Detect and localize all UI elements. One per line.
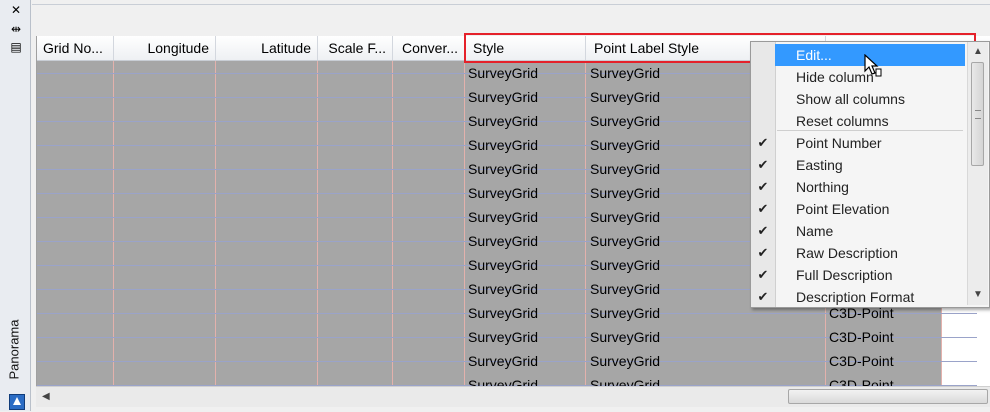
style-cell[interactable]: SurveyGrid — [468, 229, 538, 253]
style-cell[interactable]: SurveyGrid — [468, 253, 538, 277]
style-cell[interactable]: SurveyGrid — [468, 157, 538, 181]
style-cell[interactable]: SurveyGrid — [468, 61, 538, 85]
menu-scrollbar[interactable]: ▲ ▼ — [967, 42, 988, 305]
column-header-convergence[interactable]: Conver... — [393, 36, 465, 60]
menu-item-point-number[interactable]: Point Number — [775, 132, 965, 154]
column-header-longitude[interactable]: Longitude — [114, 36, 216, 60]
close-icon[interactable]: ✕ — [9, 4, 23, 16]
style-cell[interactable]: SurveyGrid — [468, 325, 538, 349]
label-style-cell[interactable]: SurveyGrid — [590, 373, 660, 386]
menu-item-northing[interactable]: Northing — [775, 176, 965, 198]
autodesk-logo-icon[interactable] — [9, 394, 25, 410]
style-cell[interactable]: SurveyGrid — [468, 205, 538, 229]
mouse-cursor-icon — [864, 54, 882, 77]
check-icon: ✔ — [757, 179, 769, 194]
check-icon: ✔ — [757, 157, 769, 172]
menu-item-description-format[interactable]: Description Format — [775, 286, 965, 308]
style-cell[interactable]: SurveyGrid — [468, 133, 538, 157]
label-style-cell[interactable]: SurveyGrid — [590, 133, 660, 157]
hidden-column-cell[interactable]: C3D-Point — [829, 373, 894, 386]
column-header-scale-factor[interactable]: Scale F... — [318, 36, 393, 60]
label-style-cell[interactable]: SurveyGrid — [590, 181, 660, 205]
style-cell[interactable]: SurveyGrid — [468, 373, 538, 386]
scroll-left-icon[interactable]: ◀ — [42, 391, 50, 402]
properties-icon[interactable]: ▤ — [9, 41, 23, 53]
check-icon: ✔ — [757, 267, 769, 282]
style-cell[interactable]: SurveyGrid — [468, 349, 538, 373]
grid-horizontal-scrollbar[interactable]: ◀ — [36, 386, 990, 407]
style-cell[interactable]: SurveyGrid — [468, 301, 538, 325]
label-style-cell[interactable]: SurveyGrid — [590, 325, 660, 349]
scroll-thumb[interactable] — [971, 62, 984, 166]
check-icon: ✔ — [757, 245, 769, 260]
menu-separator — [777, 130, 963, 131]
check-icon: ✔ — [757, 223, 769, 238]
label-style-cell[interactable]: SurveyGrid — [590, 277, 660, 301]
palette-title: Panorama — [6, 319, 22, 380]
check-icon: ✔ — [757, 289, 769, 304]
menu-item-reset-columns[interactable]: Reset columns — [775, 110, 965, 132]
label-style-cell[interactable]: SurveyGrid — [590, 85, 660, 109]
auto-hide-icon[interactable]: ⇹ — [9, 23, 23, 35]
menu-item-easting[interactable]: Easting — [775, 154, 965, 176]
hidden-column-cell[interactable]: C3D-Point — [829, 349, 894, 373]
menu-item-full-description[interactable]: Full Description — [775, 264, 965, 286]
palette-titlebar: ✕ ⇹ ▤ Panorama — [0, 0, 31, 411]
label-style-cell[interactable]: SurveyGrid — [590, 253, 660, 277]
label-style-cell[interactable]: SurveyGrid — [590, 229, 660, 253]
menu-item-point-elevation[interactable]: Point Elevation — [775, 198, 965, 220]
horizontal-scroll-thumb[interactable] — [788, 389, 988, 404]
check-icon: ✔ — [757, 135, 769, 150]
label-style-cell[interactable]: SurveyGrid — [590, 349, 660, 373]
column-header-latitude[interactable]: Latitude — [216, 36, 318, 60]
column-header-grid-no[interactable]: Grid No... — [37, 36, 114, 60]
menu-item-show-all-columns[interactable]: Show all columns — [775, 88, 965, 110]
menu-item-raw-description[interactable]: Raw Description — [775, 242, 965, 264]
label-style-cell[interactable]: SurveyGrid — [590, 205, 660, 229]
menu-item-name[interactable]: Name — [775, 220, 965, 242]
style-cell[interactable]: SurveyGrid — [468, 85, 538, 109]
column-context-menu: Edit... Hide column Show all columns Reset … — [750, 41, 990, 308]
style-cell[interactable]: SurveyGrid — [468, 181, 538, 205]
hidden-column-cell[interactable]: C3D-Point — [829, 325, 894, 349]
label-style-cell[interactable]: SurveyGrid — [590, 301, 660, 325]
label-style-cell[interactable]: SurveyGrid — [590, 157, 660, 181]
scroll-down-icon[interactable]: ▼ — [972, 289, 984, 301]
style-cell[interactable]: SurveyGrid — [468, 277, 538, 301]
label-style-cell[interactable]: SurveyGrid — [590, 61, 660, 85]
check-icon: ✔ — [757, 201, 769, 216]
label-style-cell[interactable]: SurveyGrid — [590, 109, 660, 133]
scroll-up-icon[interactable]: ▲ — [972, 46, 984, 58]
style-cell[interactable]: SurveyGrid — [468, 109, 538, 133]
grip-icon — [975, 110, 981, 119]
